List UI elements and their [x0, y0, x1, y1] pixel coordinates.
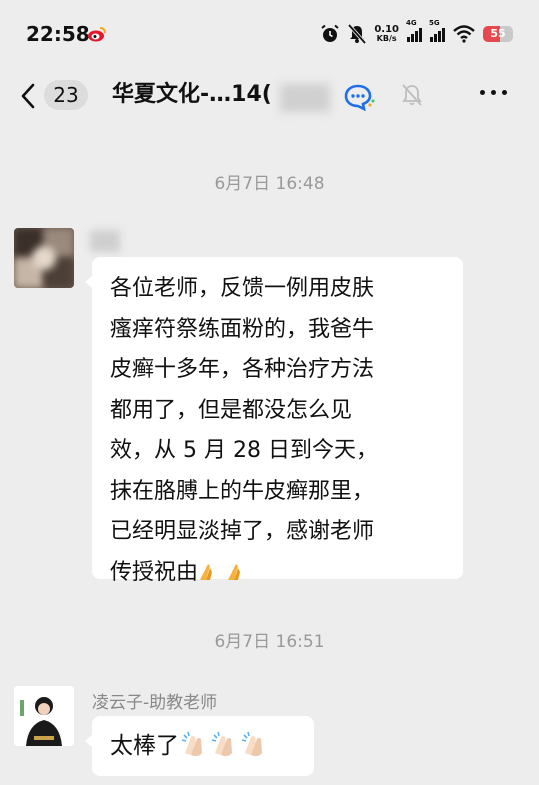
message-timestamp: 6月7日 16:51	[214, 632, 325, 652]
message-line: 都用了，但是都没怎么见	[110, 397, 353, 423]
net-speed: 0.10 KB/s	[374, 24, 399, 44]
clapping-hands-emoji	[181, 731, 202, 757]
bell-mute-icon[interactable]	[401, 83, 423, 107]
clapping-hands-emoji	[241, 731, 262, 757]
chat-title[interactable]: 华夏文化-…14(	[112, 80, 272, 110]
chat-header: 23 华夏文化-…14(	[0, 70, 539, 122]
message-line: 各位老师，反馈一例用皮肤	[110, 276, 375, 301]
redacted-member-count	[280, 84, 330, 112]
person-avatar-icon	[14, 686, 74, 746]
battery-icon: 55	[483, 26, 513, 42]
message-line: 抹在胳膊上的牛皮癣那里，	[110, 478, 375, 504]
avatar[interactable]	[14, 228, 74, 288]
message-text: 太棒了	[110, 733, 179, 759]
mute-icon	[348, 24, 367, 44]
message-line: 瘙痒符祭练面粉的，我爸牛	[110, 316, 375, 342]
chat-bubble-icon[interactable]	[344, 83, 376, 111]
sender-name: 凌云子-助教老师	[92, 693, 218, 713]
unread-count-badge[interactable]: 23	[44, 80, 88, 110]
message-line: 皮癣十多年，各种治疗方法	[110, 357, 375, 382]
status-time: 22:58	[26, 22, 90, 46]
signal-4g-icon: 4G	[406, 19, 422, 42]
folded-hands-emoji	[228, 563, 241, 580]
more-icon[interactable]	[480, 90, 507, 95]
message-line: 效，从 5 月 28 日到今天，	[110, 438, 378, 463]
redacted-sender-name	[90, 230, 120, 252]
avatar[interactable]	[14, 686, 74, 746]
weibo-icon	[88, 27, 106, 42]
message-bubble[interactable]: 太棒了	[85, 716, 314, 776]
signal-5g-icon: 5G	[429, 19, 445, 42]
message-line-last: 传授祝由	[110, 553, 447, 594]
message-timestamp: 6月7日 16:48	[214, 174, 325, 194]
wifi-icon	[453, 25, 475, 43]
back-arrow-icon[interactable]	[18, 82, 38, 110]
status-bar: 22:58 0.10 KB/s 4G 5G 55	[0, 0, 539, 70]
alarm-icon	[321, 24, 339, 42]
clapping-hands-emoji	[211, 731, 232, 757]
folded-hands-emoji	[200, 563, 213, 580]
message-bubble[interactable]: 各位老师，反馈一例用皮肤 瘙痒符祭练面粉的，我爸牛 皮癣十多年，各种治疗方法 都…	[85, 257, 463, 585]
message-line: 已经明显淡掉了，感谢老师	[110, 519, 375, 544]
